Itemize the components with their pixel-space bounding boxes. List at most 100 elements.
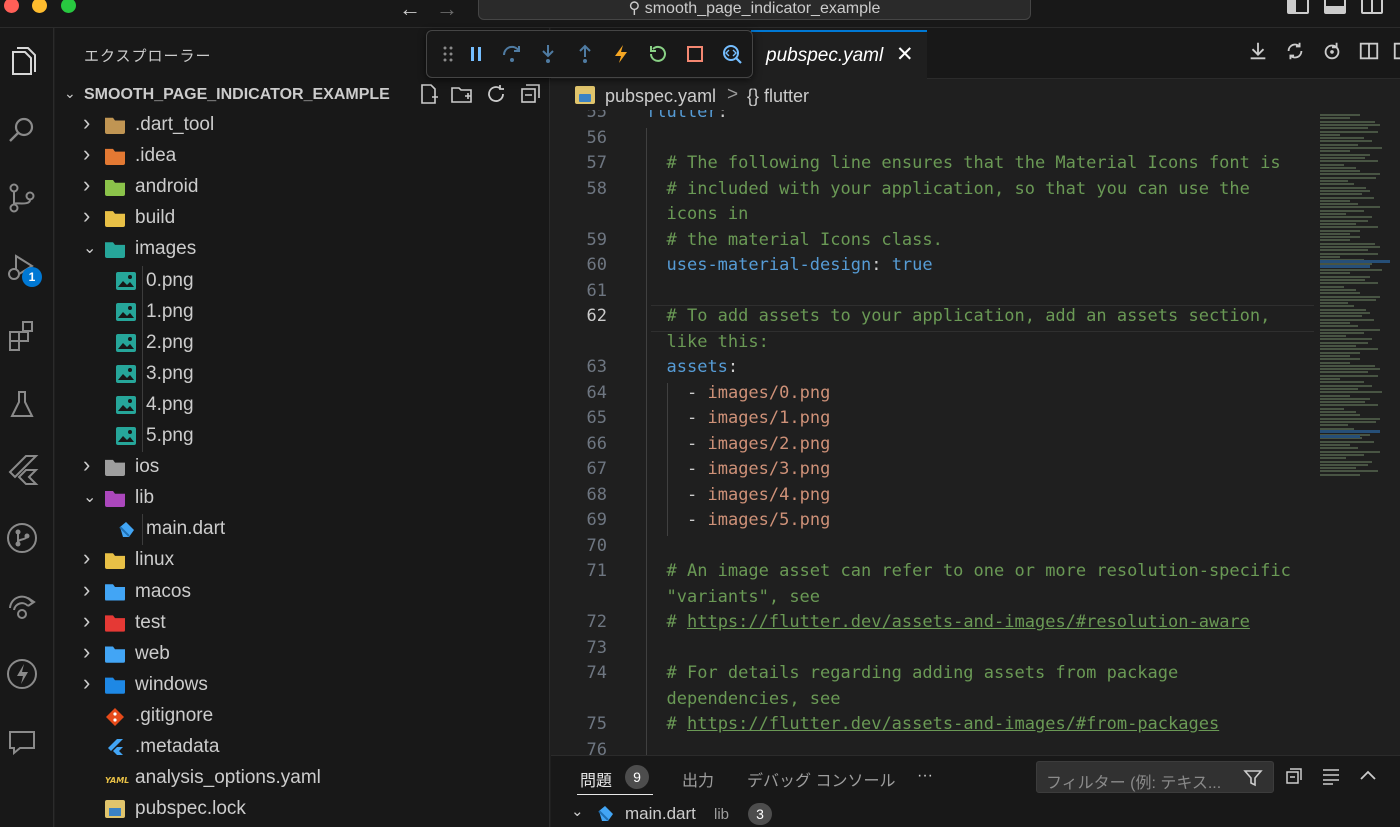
tree-item[interactable]: 2.png bbox=[55, 328, 550, 359]
command-center-search[interactable]: ⚲ smooth_page_indicator_example bbox=[478, 0, 1031, 20]
tree-item[interactable]: › windows bbox=[55, 670, 550, 701]
minimize-window-button[interactable] bbox=[32, 0, 47, 13]
lightning-icon[interactable] bbox=[4, 656, 40, 692]
tree-item[interactable]: pubspec.lock bbox=[55, 794, 550, 825]
toggle-panel-icon[interactable] bbox=[1324, 0, 1346, 14]
testing-icon[interactable] bbox=[4, 386, 40, 422]
tree-item[interactable]: › build bbox=[55, 203, 550, 234]
devtools-search-icon[interactable] bbox=[721, 43, 743, 65]
step-over-icon[interactable] bbox=[501, 43, 523, 65]
stop-icon[interactable] bbox=[684, 43, 706, 65]
more-actions-icon[interactable] bbox=[1392, 40, 1400, 64]
minimap-line bbox=[1320, 226, 1378, 229]
close-icon[interactable]: ✕ bbox=[896, 42, 914, 67]
customize-layout-icon[interactable] bbox=[1361, 0, 1383, 14]
filter-icon[interactable] bbox=[1243, 768, 1263, 788]
problems-filter-input[interactable]: フィルター (例: テキス... bbox=[1036, 761, 1274, 793]
tab-output[interactable]: 出力 bbox=[682, 767, 714, 791]
breadcrumb-symbol[interactable]: {} flutter bbox=[747, 86, 809, 107]
back-arrow-icon[interactable]: ← bbox=[399, 0, 421, 22]
tree-item[interactable]: › ios bbox=[55, 452, 550, 483]
tree-item-label: 5.png bbox=[146, 425, 194, 446]
new-file-icon[interactable] bbox=[417, 82, 441, 106]
minimap-highlight bbox=[1320, 265, 1370, 268]
tree-item[interactable]: 0.png bbox=[55, 266, 550, 297]
tree-item[interactable]: 3.png bbox=[55, 359, 550, 390]
tree-item[interactable]: › .idea bbox=[55, 141, 550, 172]
collapse-all-icon[interactable] bbox=[1284, 766, 1304, 786]
tree-item[interactable]: YAML analysis_options.yaml bbox=[55, 763, 550, 794]
more-tabs-icon[interactable]: ··· bbox=[917, 767, 933, 785]
toggle-primary-sidebar-icon[interactable] bbox=[1287, 0, 1309, 14]
tree-item[interactable]: .metadata bbox=[55, 732, 550, 763]
minimap-line bbox=[1320, 368, 1380, 371]
tree-item[interactable]: .gitignore bbox=[55, 701, 550, 732]
code-editor[interactable]: 55 flutter: 56 57 # The following line ensur… bbox=[551, 110, 1314, 755]
close-window-button[interactable] bbox=[4, 0, 19, 13]
folder-icon bbox=[105, 553, 125, 570]
forward-arrow-icon[interactable]: → bbox=[436, 0, 458, 22]
tree-item[interactable]: › android bbox=[55, 172, 550, 203]
tab-problems[interactable]: 問題 bbox=[580, 767, 612, 791]
code-token: : bbox=[871, 255, 892, 275]
git-graph-icon[interactable] bbox=[4, 520, 40, 556]
maximize-panel-icon[interactable] bbox=[1358, 766, 1378, 786]
code-token[interactable]: https://flutter.dev/assets-and-images/#f… bbox=[687, 714, 1219, 734]
code-line: assets: bbox=[667, 357, 739, 377]
zoom-window-button[interactable] bbox=[61, 0, 76, 13]
collapse-all-icon[interactable] bbox=[518, 82, 542, 106]
source-control-icon[interactable] bbox=[4, 180, 40, 216]
tree-item[interactable]: main.dart bbox=[55, 514, 550, 545]
breadcrumb-file[interactable]: pubspec.yaml bbox=[605, 86, 716, 107]
search-icon[interactable] bbox=[4, 112, 40, 148]
minimap[interactable] bbox=[1314, 110, 1400, 755]
sync-icon[interactable] bbox=[1284, 40, 1308, 64]
minimap-line bbox=[1320, 335, 1346, 338]
explorer-icon[interactable] bbox=[4, 44, 40, 80]
window-title: smooth_page_indicator_example bbox=[644, 0, 881, 17]
tree-item[interactable]: › linux bbox=[55, 545, 550, 576]
tree-item-label: 0.png bbox=[146, 269, 194, 291]
tree-item[interactable]: › macos bbox=[55, 577, 550, 608]
reload-icon[interactable] bbox=[1321, 40, 1345, 64]
code-token: dependencies, see bbox=[666, 688, 841, 709]
tab-debug-console[interactable]: デバッグ コンソール bbox=[747, 767, 895, 791]
tree-item-label: .gitignore bbox=[135, 704, 214, 726]
problem-file-row[interactable]: ⌄ main.dart lib 3 bbox=[551, 801, 1400, 827]
minimap-line bbox=[1320, 407, 1344, 410]
minimap-line bbox=[1320, 394, 1350, 397]
workspace-section-header[interactable]: ⌄ SMOOTH_PAGE_INDICATOR_EXAMPLE bbox=[55, 80, 550, 110]
code-token[interactable]: https://flutter.dev/assets-and-images/#r… bbox=[687, 612, 1250, 632]
drag-handle-icon[interactable] bbox=[437, 43, 459, 65]
new-folder-icon[interactable] bbox=[450, 82, 474, 106]
tree-item[interactable]: › .dart_tool bbox=[55, 110, 550, 141]
refresh-icon[interactable] bbox=[484, 82, 508, 106]
folder-icon bbox=[105, 117, 125, 134]
chat-icon[interactable] bbox=[4, 724, 40, 760]
tree-item[interactable]: 1.png bbox=[55, 297, 550, 328]
tree-item[interactable]: › web bbox=[55, 639, 550, 670]
code-token: true bbox=[891, 255, 933, 275]
tree-item-label: .dart_tool bbox=[135, 114, 215, 135]
tree-item[interactable]: 4.png bbox=[55, 390, 550, 421]
restart-icon[interactable] bbox=[647, 43, 669, 65]
tree-item[interactable]: ⌄ images bbox=[55, 234, 550, 265]
tree-item[interactable]: ⌄ lib bbox=[55, 483, 550, 514]
extensions-icon[interactable] bbox=[4, 318, 40, 354]
tab-pubspec-yaml[interactable]: pubspec.yaml ✕ bbox=[751, 30, 927, 79]
minimap-line bbox=[1320, 117, 1350, 120]
step-into-icon[interactable] bbox=[537, 43, 559, 65]
flutter-icon[interactable] bbox=[4, 452, 40, 488]
code-token: images/4.png bbox=[707, 484, 831, 505]
folder-icon bbox=[105, 490, 125, 508]
remote-icon[interactable] bbox=[4, 588, 40, 624]
chevron-right-icon: › bbox=[83, 669, 91, 695]
tree-item[interactable]: › test bbox=[55, 608, 550, 639]
tree-item[interactable]: 5.png bbox=[55, 421, 550, 452]
step-out-icon[interactable] bbox=[574, 43, 596, 65]
view-as-list-icon[interactable] bbox=[1321, 766, 1341, 786]
pause-icon[interactable] bbox=[465, 43, 487, 65]
hot-reload-icon[interactable] bbox=[610, 43, 632, 65]
split-editor-icon[interactable] bbox=[1358, 40, 1382, 64]
download-icon[interactable] bbox=[1247, 40, 1271, 64]
